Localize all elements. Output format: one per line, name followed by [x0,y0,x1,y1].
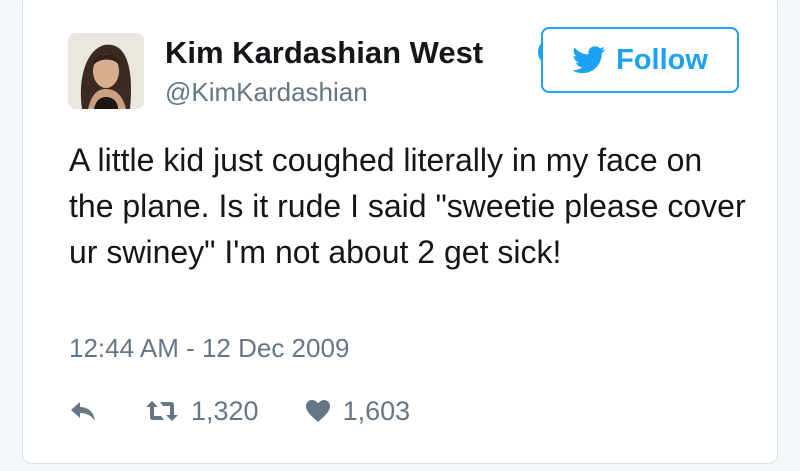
reply-icon [71,402,95,421]
avatar[interactable] [68,33,144,109]
retweet-button[interactable]: 1,320 [145,396,259,427]
follow-label: Follow [616,43,708,76]
retweet-count: 1,320 [191,395,259,426]
tweet-timestamp[interactable]: 12:44 AM - 12 Dec 2009 [69,333,349,364]
tweet-card: Kim Kardashian West @KimKardashian Follo… [22,0,778,464]
reply-button[interactable] [69,399,97,423]
follow-button[interactable]: Follow [541,27,739,93]
tweet-text: A little kid just coughed literally in m… [69,142,746,270]
like-count: 1,603 [342,395,411,426]
tweet-actions: 1,320 1,603 [69,391,410,431]
twitter-bird-icon [572,46,606,74]
retweet-icon [146,401,178,421]
author-handle[interactable]: @KimKardashian [165,77,368,108]
like-button[interactable]: 1,603 [305,395,411,427]
heart-icon [305,400,330,422]
author-name[interactable]: Kim Kardashian West [165,35,483,71]
